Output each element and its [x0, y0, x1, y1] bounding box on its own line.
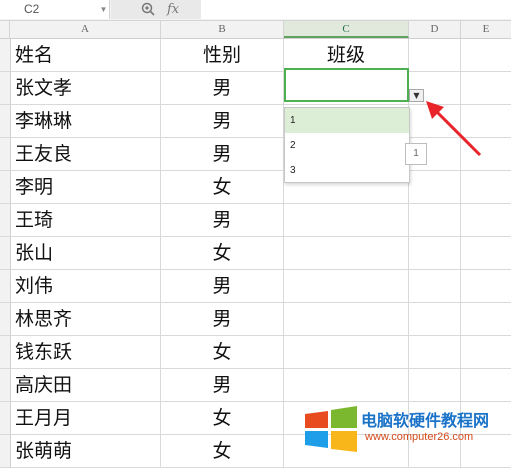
cell-e[interactable]	[461, 303, 511, 335]
cell-d[interactable]	[409, 171, 461, 203]
cell-e[interactable]	[461, 204, 511, 236]
table-row: 李明 女	[0, 171, 511, 204]
cell-class[interactable]	[284, 336, 409, 368]
table-row: 钱东跃 女	[0, 336, 511, 369]
cell-e[interactable]	[461, 171, 511, 203]
table-row: 张山 女	[0, 237, 511, 270]
cell-name[interactable]: 李琳琳	[10, 105, 161, 137]
cell-class[interactable]	[284, 237, 409, 269]
cell-gender[interactable]: 男	[161, 270, 284, 302]
column-header-e[interactable]: E	[461, 21, 511, 38]
column-header-b[interactable]: B	[161, 21, 284, 38]
table-row: 刘伟 男	[0, 270, 511, 303]
active-cell-c2[interactable]	[284, 68, 409, 102]
cell-gender[interactable]: 男	[161, 204, 284, 236]
dropdown-option[interactable]: 1	[285, 108, 409, 133]
cell-class[interactable]	[284, 369, 409, 401]
select-all-corner[interactable]	[0, 21, 10, 38]
table-row-header: 姓名 性别 班级	[0, 39, 511, 72]
column-header-a[interactable]: A	[10, 21, 161, 38]
cell-name[interactable]: 林思齐	[10, 303, 161, 335]
cell-d[interactable]	[409, 303, 461, 335]
name-box-chevron-icon[interactable]: ▼	[97, 0, 110, 19]
site-watermark: 电脑软硬件教程网 www.computer26.com	[303, 403, 511, 461]
cell-a-header[interactable]: 姓名	[10, 39, 161, 71]
cell-c-header[interactable]: 班级	[284, 39, 409, 71]
table-row: 高庆田 男	[0, 369, 511, 402]
column-header-bar: A B C D E	[0, 21, 511, 39]
cell-gender[interactable]: 男	[161, 303, 284, 335]
watermark-url: www.computer26.com	[365, 431, 474, 443]
column-header-d[interactable]: D	[409, 21, 461, 38]
name-box[interactable]: C2 ▼	[0, 0, 110, 19]
watermark-title: 电脑软硬件教程网	[361, 411, 490, 430]
cell-name[interactable]: 张文孝	[10, 72, 161, 104]
cell-gender[interactable]: 男	[161, 369, 284, 401]
table-row: 王琦 男	[0, 204, 511, 237]
formula-tools: fx	[111, 0, 201, 19]
formula-input[interactable]	[201, 0, 511, 19]
dropdown-option[interactable]: 2	[285, 133, 409, 158]
magnifier-icon[interactable]	[141, 2, 155, 16]
cell-d-header[interactable]	[409, 39, 461, 71]
cell-gender[interactable]: 女	[161, 171, 284, 203]
formula-bar: C2 ▼ fx	[0, 0, 511, 21]
cell-name[interactable]: 张萌萌	[10, 435, 161, 467]
cell-class[interactable]	[284, 270, 409, 302]
cell-name[interactable]: 王琦	[10, 204, 161, 236]
windows-logo-icon	[305, 406, 357, 452]
cell-e[interactable]	[461, 237, 511, 269]
cell-class[interactable]	[284, 303, 409, 335]
cell-name[interactable]: 钱东跃	[10, 336, 161, 368]
cell-e[interactable]	[461, 336, 511, 368]
cell-e-header[interactable]	[461, 39, 511, 71]
cell-d[interactable]	[409, 336, 461, 368]
cell-d[interactable]	[409, 237, 461, 269]
cell-gender[interactable]: 女	[161, 237, 284, 269]
cell-name[interactable]: 李明	[10, 171, 161, 203]
name-box-value: C2	[24, 2, 40, 16]
cell-gender[interactable]: 女	[161, 435, 284, 467]
cell-e[interactable]	[461, 369, 511, 401]
cell-gender[interactable]: 男	[161, 105, 284, 137]
dropdown-option[interactable]: 3	[285, 158, 409, 183]
cell-name[interactable]: 王友良	[10, 138, 161, 170]
cell-gender[interactable]: 女	[161, 402, 284, 434]
cell-gender[interactable]: 女	[161, 336, 284, 368]
cell-gender[interactable]: 男	[161, 138, 284, 170]
column-header-c[interactable]: C	[284, 21, 409, 38]
cell-b-header[interactable]: 性别	[161, 39, 284, 71]
cell-name[interactable]: 高庆田	[10, 369, 161, 401]
table-row: 林思齐 男	[0, 303, 511, 336]
cell-d[interactable]	[409, 369, 461, 401]
cell-d[interactable]	[409, 270, 461, 302]
cell-name[interactable]: 刘伟	[10, 270, 161, 302]
validation-dropdown-list: 1 2 3	[284, 107, 410, 183]
fx-icon[interactable]: fx	[167, 0, 179, 19]
red-pointer-arrow-icon	[426, 101, 482, 157]
cell-name[interactable]: 王月月	[10, 402, 161, 434]
cell-name[interactable]: 张山	[10, 237, 161, 269]
cell-gender[interactable]: 男	[161, 72, 284, 104]
cell-d[interactable]	[409, 204, 461, 236]
cell-e[interactable]	[461, 270, 511, 302]
cell-class[interactable]	[284, 204, 409, 236]
